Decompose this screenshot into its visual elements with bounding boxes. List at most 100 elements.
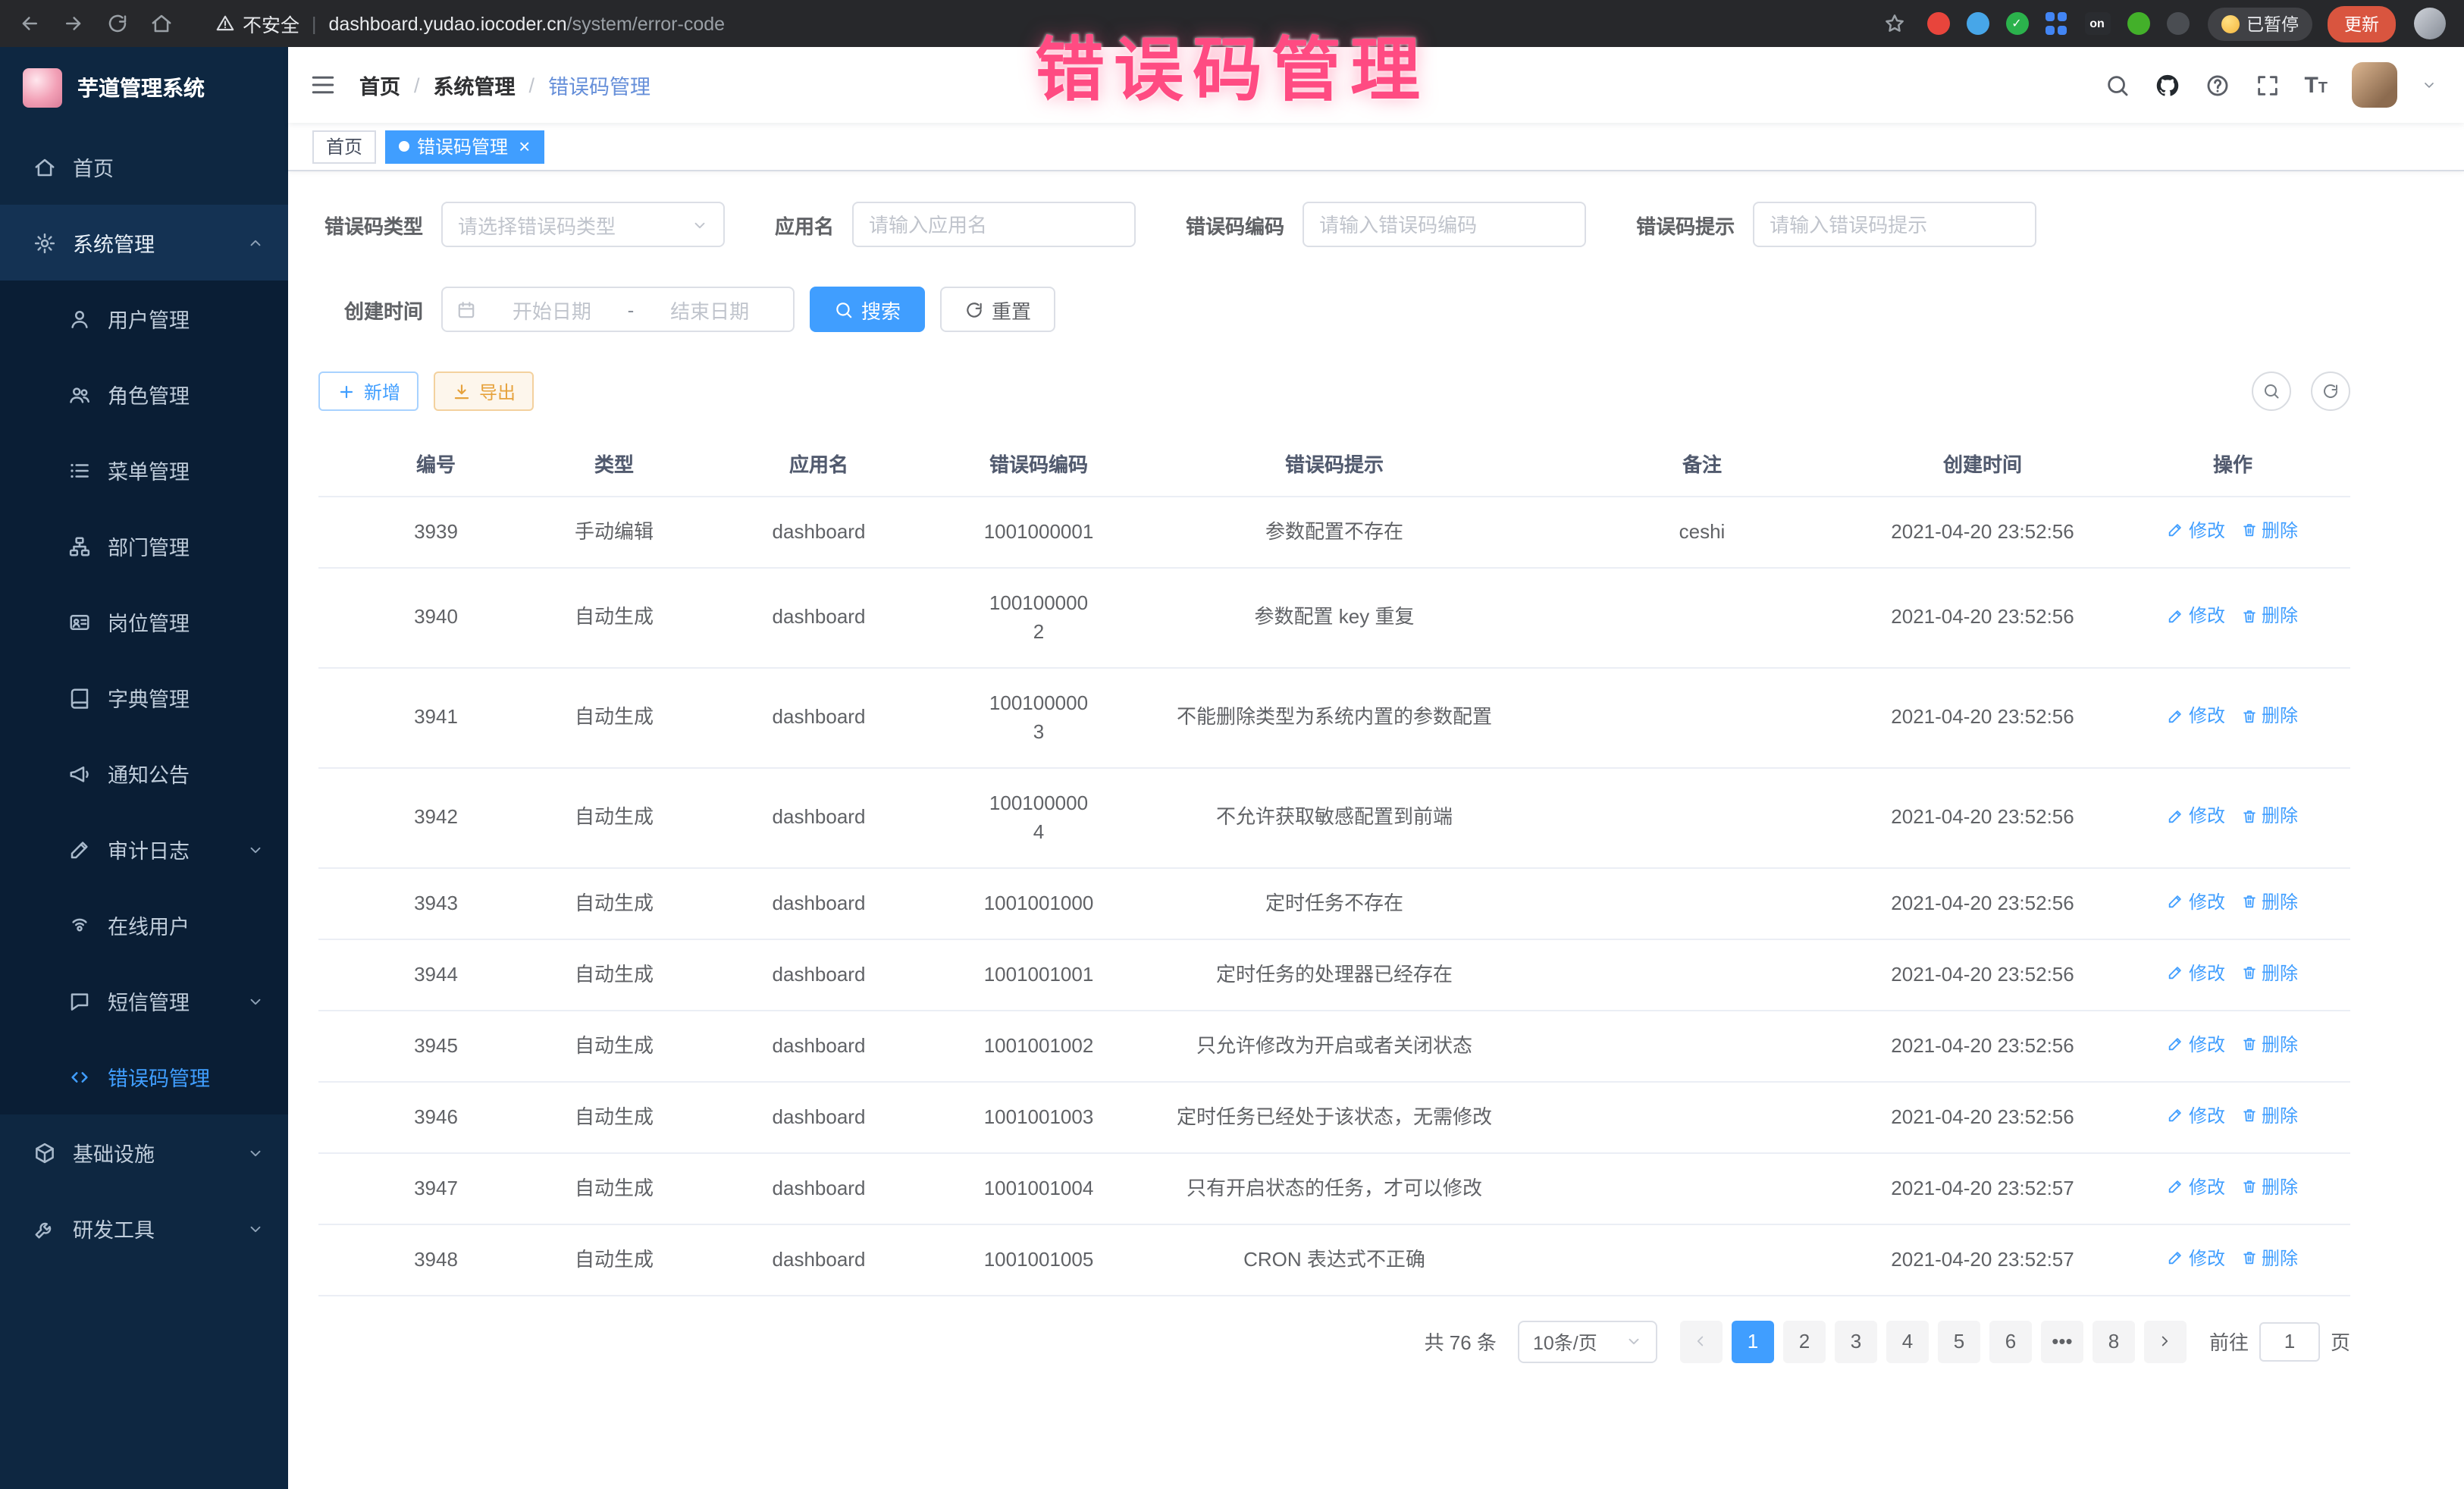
cell-app: dashboard <box>675 1081 963 1152</box>
refresh-table-button[interactable] <box>2311 371 2350 411</box>
check-circle-icon[interactable]: ✓ <box>2005 12 2028 35</box>
trash-icon <box>2240 1249 2257 1266</box>
delete-link[interactable]: 删除 <box>2240 888 2298 915</box>
paused-badge[interactable]: 已暂停 <box>2207 7 2312 40</box>
edit-link[interactable]: 修改 <box>2168 702 2225 729</box>
sidebar-item-system[interactable]: 系统管理 <box>0 205 288 281</box>
sidebar-item-online-user[interactable]: 在线用户 <box>0 887 288 963</box>
browser-home-icon[interactable] <box>150 12 173 35</box>
sidebar-item-audit-log[interactable]: 审计日志 <box>0 811 288 887</box>
bookmark-star-icon[interactable] <box>1882 12 1905 35</box>
fullscreen-icon[interactable] <box>2254 72 2280 98</box>
delete-link[interactable]: 删除 <box>2240 1102 2298 1129</box>
column-header: 错误码提示 <box>1114 432 1554 496</box>
sidebar-item-dev-tools[interactable]: 研发工具 <box>0 1190 288 1266</box>
search-icon[interactable] <box>2104 72 2130 98</box>
delete-link[interactable]: 删除 <box>2240 959 2298 986</box>
delete-link[interactable]: 删除 <box>2240 702 2298 729</box>
edit-link[interactable]: 修改 <box>2168 888 2225 915</box>
table-row: 3940自动生成dashboard1001000002参数配置 key 重复20… <box>318 567 2350 667</box>
edit-link[interactable]: 修改 <box>2168 1173 2225 1200</box>
reload-icon[interactable] <box>106 12 129 35</box>
message-icon <box>68 989 91 1012</box>
page-button-4[interactable]: 4 <box>1886 1320 1929 1362</box>
edit-link[interactable]: 修改 <box>2168 516 2225 544</box>
more-pages-button[interactable]: ••• <box>2041 1320 2083 1362</box>
chevron-down-icon[interactable] <box>2422 77 2437 92</box>
paw-icon[interactable] <box>2127 12 2149 35</box>
tag-home[interactable]: 首页 <box>312 130 376 163</box>
puzzle-icon[interactable] <box>2166 12 2189 35</box>
delete-link[interactable]: 删除 <box>2240 516 2298 544</box>
app-name-input[interactable] <box>852 202 1136 247</box>
close-icon[interactable]: × <box>519 136 530 156</box>
grid-icon[interactable] <box>2045 12 2067 35</box>
delete-link[interactable]: 删除 <box>2240 602 2298 629</box>
page-button-3[interactable]: 3 <box>1835 1320 1877 1362</box>
sidebar-item-post[interactable]: 岗位管理 <box>0 584 288 660</box>
help-icon[interactable] <box>2204 72 2230 98</box>
page-button-2[interactable]: 2 <box>1783 1320 1826 1362</box>
delete-link[interactable]: 删除 <box>2240 1173 2298 1200</box>
delete-link[interactable]: 删除 <box>2240 802 2298 829</box>
browser-profile-avatar[interactable] <box>2414 8 2446 39</box>
sidebar-item-dept[interactable]: 部门管理 <box>0 508 288 584</box>
next-page-button[interactable] <box>2144 1320 2187 1362</box>
page-size-value: 10条/页 <box>1533 1327 1597 1356</box>
sidebar-item-notice[interactable]: 通知公告 <box>0 735 288 811</box>
goto-page-input[interactable] <box>2259 1321 2320 1361</box>
search-button[interactable]: 搜索 <box>810 287 925 332</box>
page-button-8[interactable]: 8 <box>2093 1320 2135 1362</box>
error-type-select[interactable]: 请选择错误码类型 <box>441 202 725 247</box>
error-msg-input[interactable] <box>1753 202 2036 247</box>
back-icon[interactable] <box>18 12 41 35</box>
sidebar-item-dict[interactable]: 字典管理 <box>0 660 288 735</box>
date-range-picker[interactable]: 开始日期 - 结束日期 <box>441 287 795 332</box>
update-button[interactable]: 更新 <box>2328 5 2396 42</box>
record-icon[interactable] <box>1926 12 1949 35</box>
collapse-sidebar-icon[interactable] <box>309 71 337 99</box>
edit-link[interactable]: 修改 <box>2168 802 2225 829</box>
app-label: 应用名 <box>775 210 852 239</box>
delete-link[interactable]: 删除 <box>2240 1030 2298 1058</box>
error-code-input[interactable] <box>1303 202 1586 247</box>
app-logo[interactable]: 芋道管理系统 <box>0 47 288 129</box>
page-button-5[interactable]: 5 <box>1938 1320 1980 1362</box>
edit-link[interactable]: 修改 <box>2168 959 2225 986</box>
sidebar-item-infra[interactable]: 基础设施 <box>0 1114 288 1190</box>
sidebar-item-error-code[interactable]: 错误码管理 <box>0 1039 288 1114</box>
page-size-select[interactable]: 10条/页 <box>1518 1320 1657 1362</box>
edit-icon <box>2168 1249 2184 1266</box>
page-button-1[interactable]: 1 <box>1732 1320 1774 1362</box>
prev-page-button[interactable] <box>1680 1320 1723 1362</box>
sidebar-item-home[interactable]: 首页 <box>0 129 288 205</box>
drop-icon[interactable] <box>1966 12 1989 35</box>
delete-link[interactable]: 删除 <box>2240 1244 2298 1271</box>
user-avatar[interactable] <box>2352 62 2397 108</box>
add-button[interactable]: 新增 <box>318 371 419 411</box>
switch-on-icon[interactable]: on <box>2084 12 2110 35</box>
reset-button[interactable]: 重置 <box>940 287 1055 332</box>
edit-link[interactable]: 修改 <box>2168 1030 2225 1058</box>
sidebar-item-user[interactable]: 用户管理 <box>0 281 288 356</box>
sidebar-item-role[interactable]: 角色管理 <box>0 356 288 432</box>
address-bar[interactable]: 不安全 | dashboard.yudao.iocoder.cn/system/… <box>215 9 1870 38</box>
font-size-icon[interactable]: TT <box>2304 74 2328 96</box>
edit-icon <box>2168 522 2184 538</box>
export-button[interactable]: 导出 <box>434 371 534 411</box>
breadcrumb-item[interactable]: 系统管理 <box>434 70 516 100</box>
sidebar-item-sms[interactable]: 短信管理 <box>0 963 288 1039</box>
edit-link[interactable]: 修改 <box>2168 1244 2225 1271</box>
toggle-search-button[interactable] <box>2252 371 2291 411</box>
sidebar-item-menu[interactable]: 菜单管理 <box>0 432 288 508</box>
tag-current[interactable]: 错误码管理× <box>385 130 544 163</box>
cell-id: 3948 <box>318 1224 553 1295</box>
edit-link[interactable]: 修改 <box>2168 1102 2225 1129</box>
page-button-6[interactable]: 6 <box>1989 1320 2032 1362</box>
github-icon[interactable] <box>2154 72 2180 98</box>
forward-icon[interactable] <box>62 12 85 35</box>
extension-icons: ✓ on <box>1926 12 2189 35</box>
cell-msg: 不允许获取敏感配置到前端 <box>1114 767 1554 867</box>
edit-link[interactable]: 修改 <box>2168 602 2225 629</box>
breadcrumb-item[interactable]: 首页 <box>359 70 400 100</box>
